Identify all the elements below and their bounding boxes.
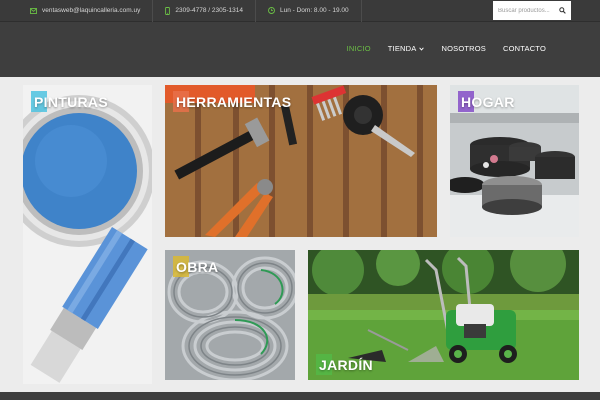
search-icon [558,7,566,14]
category-label: OBRA [173,256,218,277]
nav-inicio[interactable]: INICIO [347,44,371,53]
category-label: HOGAR [458,91,515,112]
envelope-icon [30,7,37,14]
topbar-hours: Lun - Dom: 8.00 - 19.00 [256,0,362,22]
nav-nosotros[interactable]: NOSOTROS [441,44,486,53]
category-tile-obra[interactable]: OBRA [165,250,295,380]
main-nav: INICIO TIENDA NOSOTROS CONTACTO [330,44,546,53]
category-tile-hogar[interactable]: HOGAR [450,85,579,237]
hours-text: Lun - Dom: 8.00 - 19.00 [279,7,349,14]
top-bar: ventasweb@laquincalleria.com.uy 2309-477… [0,0,600,22]
footer-strip [0,392,600,400]
mobile-phone-icon [165,6,171,15]
phone-text: 2309-4778 / 2305-1314 [175,7,243,14]
topbar-email[interactable]: ventasweb@laquincalleria.com.uy [0,0,154,22]
category-tile-herramientas[interactable]: HERRAMIENTAS [165,85,437,237]
nav-tienda-label: TIENDA [387,44,417,53]
chevron-down-icon [419,46,425,51]
nav-tienda[interactable]: TIENDA [388,44,425,53]
search-box [493,1,571,20]
category-label: PINTURAS [31,91,108,112]
category-tile-pinturas[interactable]: PINTURAS [23,85,152,384]
nav-contacto[interactable]: CONTACTO [503,44,546,53]
search-input[interactable] [493,1,555,20]
category-label: HERRAMIENTAS [173,91,291,112]
email-text: ventasweb@laquincalleria.com.uy [42,7,141,14]
clock-icon [268,7,275,14]
site-header: INICIO TIENDA NOSOTROS CONTACTO [0,22,600,77]
topbar-phone[interactable]: 2309-4778 / 2305-1314 [153,0,256,22]
category-tile-jardin[interactable]: JARDÍN [308,250,579,380]
search-button[interactable] [555,7,569,14]
paint-can-image [23,85,152,384]
category-label: JARDÍN [316,354,373,375]
